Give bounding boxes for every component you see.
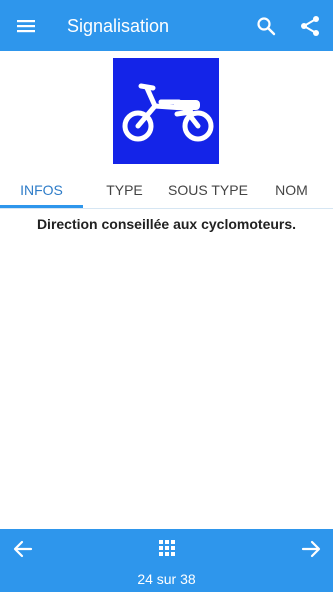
app-title: Signalisation xyxy=(67,16,170,36)
sign-description: Direction conseillée aux cyclomoteurs. xyxy=(36,216,297,232)
menu-icon[interactable] xyxy=(14,14,38,38)
search-icon[interactable] xyxy=(254,14,278,38)
tab-infos[interactable]: INFOS xyxy=(0,172,83,208)
active-tab-indicator xyxy=(0,205,83,208)
tab-nom[interactable]: NOM xyxy=(250,172,333,208)
tab-sous-type[interactable]: SOUS TYPE xyxy=(166,172,250,208)
arrow-right-icon[interactable] xyxy=(300,538,322,560)
road-sign-image xyxy=(111,56,221,166)
share-icon[interactable] xyxy=(298,14,322,38)
tab-bar: INFOS TYPE SOUS TYPE NOM xyxy=(0,172,333,209)
arrow-left-icon[interactable] xyxy=(12,538,34,560)
app-bar: Signalisation xyxy=(0,0,333,51)
tab-type[interactable]: TYPE xyxy=(83,172,166,208)
page-counter: 24 sur 38 xyxy=(137,571,196,587)
grid-icon[interactable] xyxy=(157,538,177,558)
bottom-navigation: 24 sur 38 xyxy=(0,529,333,592)
moped-icon xyxy=(111,56,221,166)
